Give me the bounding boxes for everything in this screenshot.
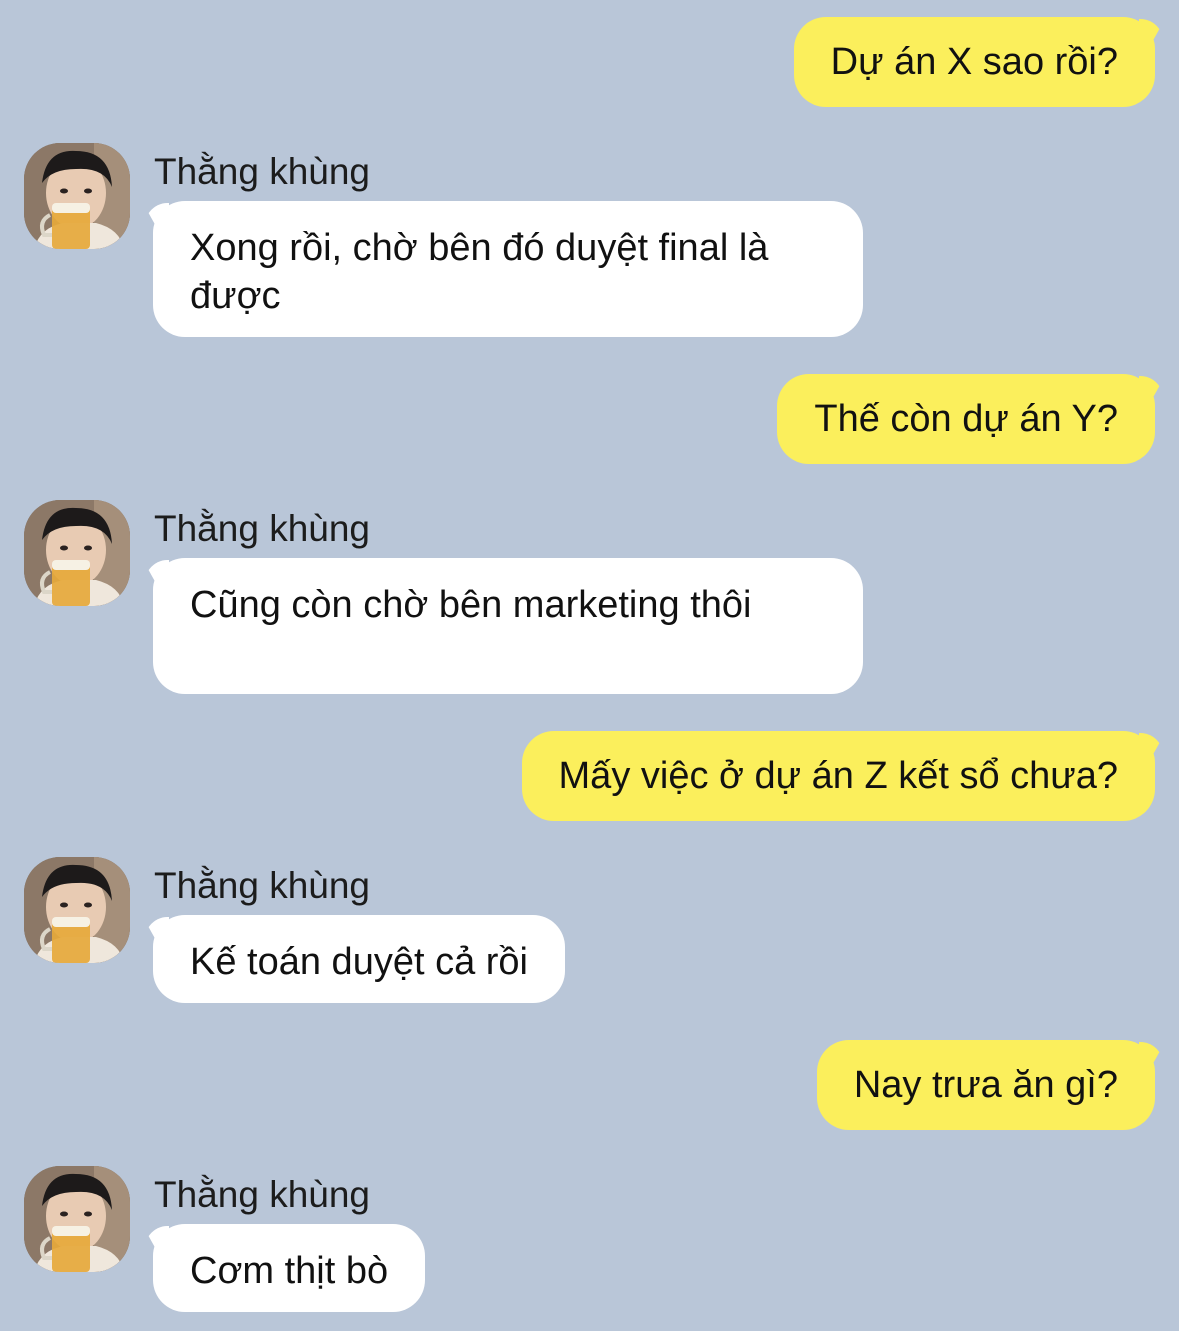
outgoing-message-bubble[interactable]: Dự án X sao rồi? [793, 17, 1155, 107]
sender-name: Thằng khùng [154, 1174, 371, 1215]
contact-avatar[interactable] [24, 500, 130, 606]
contact-avatar[interactable] [24, 1166, 130, 1272]
incoming-message-bubble[interactable]: Cơm thịt bò [153, 1224, 426, 1312]
contact-avatar[interactable] [24, 857, 130, 963]
incoming-message-bubble[interactable]: Xong rồi, chờ bên đó duyệt final là được [153, 201, 863, 337]
chat-thread: Dự án X sao rồi? Thằng khùng Xong rồi, c… [0, 0, 1179, 1331]
sender-name: Thằng khùng [154, 508, 371, 549]
sender-name: Thằng khùng [154, 865, 371, 906]
avatar-photo-icon [24, 857, 130, 963]
incoming-message-bubble[interactable]: Cũng còn chờ bên marketing thôi [153, 558, 863, 694]
contact-avatar[interactable] [24, 143, 130, 249]
avatar-photo-icon [24, 143, 130, 249]
outgoing-message-bubble[interactable]: Mấy việc ở dự án Z kết sổ chưa? [521, 731, 1155, 821]
incoming-message-bubble[interactable]: Kế toán duyệt cả rồi [153, 915, 565, 1003]
outgoing-message-bubble[interactable]: Thế còn dự án Y? [777, 374, 1155, 464]
avatar-photo-icon [24, 500, 130, 606]
outgoing-message-bubble[interactable]: Nay trưa ăn gì? [816, 1040, 1155, 1130]
avatar-photo-icon [24, 1166, 130, 1272]
sender-name: Thằng khùng [154, 151, 371, 192]
